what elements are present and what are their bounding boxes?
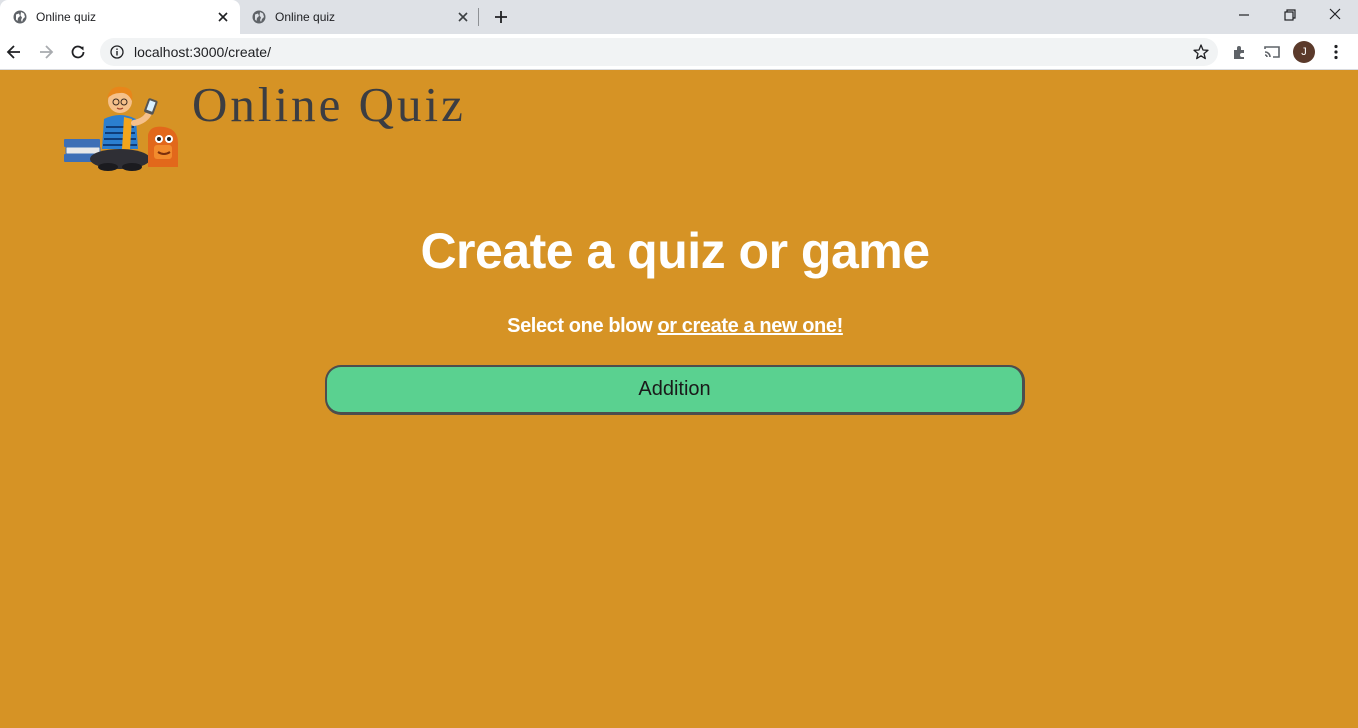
subheading-text: Select one blow (507, 315, 653, 337)
tab-strip: Online quiz Online quiz (0, 0, 1358, 34)
close-window-icon[interactable] (1324, 5, 1346, 25)
forward-arrow-icon[interactable] (36, 42, 56, 62)
restore-icon[interactable] (1278, 5, 1300, 25)
tab-title: Online quiz (36, 10, 97, 24)
tab-online-quiz[interactable]: Online quiz (240, 0, 480, 34)
url-text: localhost:3000/create/ (134, 44, 271, 60)
create-new-quiz-link[interactable]: or create a new one! (657, 315, 843, 337)
tab-title: Online quiz (275, 10, 336, 24)
globe-icon (13, 10, 27, 24)
tab-online-quiz-active[interactable]: Online quiz (0, 0, 240, 34)
site-title: Online Quiz (192, 77, 466, 132)
cast-icon[interactable] (1262, 42, 1282, 62)
quiz-addition-button[interactable]: Addition (325, 365, 1025, 415)
close-icon[interactable] (216, 10, 230, 24)
minimize-icon[interactable] (1233, 5, 1255, 25)
plus-icon[interactable] (491, 7, 511, 27)
address-bar[interactable]: localhost:3000/create/ (100, 38, 1218, 66)
page-subheading: Select one blow or create a new one! (0, 314, 1350, 338)
profile-avatar[interactable]: J (1293, 41, 1315, 63)
page-heading: Create a quiz or game (420, 223, 930, 279)
tab-divider (478, 8, 479, 26)
globe-icon (252, 10, 266, 24)
extensions-icon[interactable] (1230, 42, 1250, 62)
star-icon[interactable] (1192, 43, 1210, 61)
reload-icon[interactable] (68, 42, 88, 62)
browser-toolbar: localhost:3000/create/ J (0, 34, 1358, 70)
more-icon[interactable] (1326, 42, 1346, 62)
back-arrow-icon[interactable] (4, 42, 24, 62)
info-icon[interactable] (110, 45, 124, 59)
student-logo-illustration (64, 86, 178, 171)
close-icon[interactable] (456, 10, 470, 24)
